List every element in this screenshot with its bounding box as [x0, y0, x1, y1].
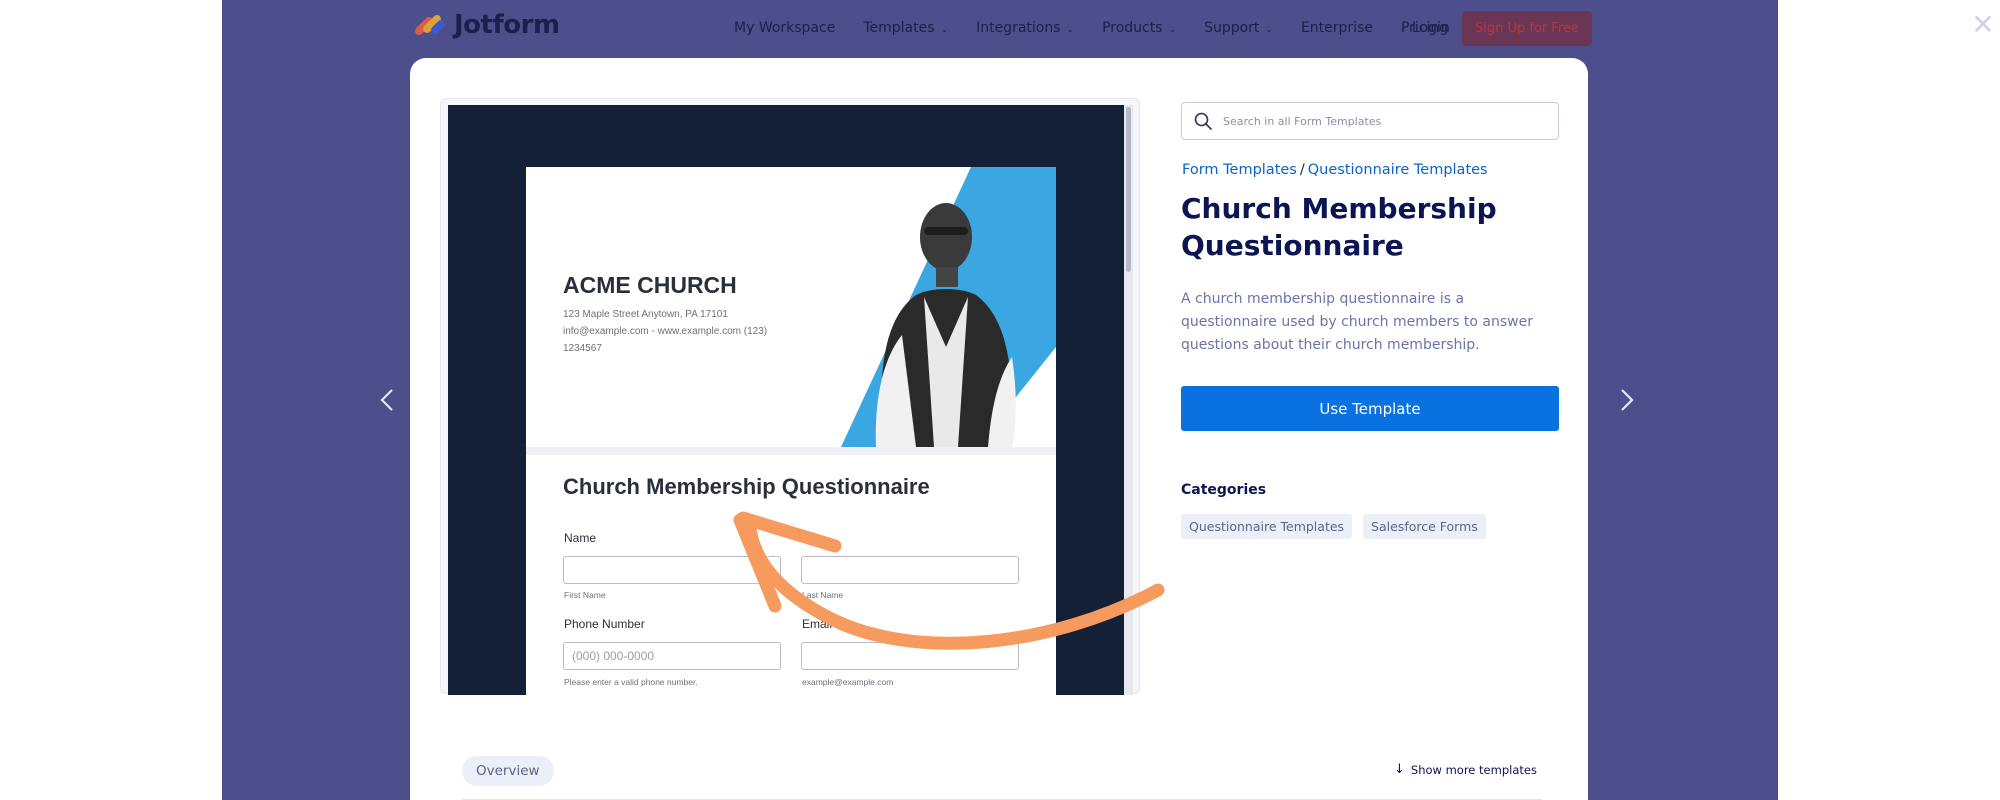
- first-name-sublabel: First Name: [564, 590, 606, 600]
- chevron-down-icon: ⌄: [1168, 25, 1177, 35]
- last-name-sublabel: Last Name: [802, 590, 844, 600]
- chevron-down-icon: ⌄: [940, 25, 949, 35]
- categories-heading: Categories: [1181, 482, 1267, 498]
- header-photo: [841, 167, 1056, 447]
- nav-link-support[interactable]: Support ⌄: [1204, 20, 1273, 36]
- nav-link-my-workspace[interactable]: My Workspace: [734, 20, 835, 36]
- header-divider: [526, 447, 1056, 455]
- show-more-templates-label: Show more templates: [1410, 762, 1537, 777]
- church-name: ACME CHURCH: [563, 272, 737, 298]
- template-preview[interactable]: ACME CHURCH 123 Maple Street Anytown, PA…: [440, 98, 1140, 695]
- template-modal: ACME CHURCH 123 Maple Street Anytown, PA…: [410, 58, 1588, 800]
- chevron-right-icon: [1621, 389, 1634, 411]
- nav-link-products[interactable]: Products ⌄: [1102, 20, 1176, 36]
- form-title: Church Membership Questionnaire: [563, 474, 930, 499]
- top-navigation: Jotform My Workspace Templates ⌄ Integrat…: [222, 0, 1995, 58]
- search-input[interactable]: [1223, 114, 1543, 128]
- template-description: A church membership questionnaire is a q…: [1181, 291, 1533, 353]
- phone-sublabel: Please enter a valid phone number.: [564, 677, 698, 687]
- email-field[interactable]: [801, 642, 1019, 670]
- form-header: ACME CHURCH 123 Maple Street Anytown, PA…: [526, 167, 1056, 447]
- scrollbar-thumb[interactable]: [1126, 107, 1131, 272]
- close-icon[interactable]: ✕: [1970, 11, 1996, 39]
- arrow-down-icon: ↓: [1394, 762, 1405, 777]
- church-address: 123 Maple Street Anytown, PA 17101 info@…: [563, 309, 768, 354]
- breadcrumb-form-templates[interactable]: Form Templates: [1182, 162, 1297, 178]
- breadcrumb-questionnaire-templates[interactable]: Questionnaire Templates: [1308, 162, 1488, 178]
- nav-link-templates[interactable]: Templates ⌄: [863, 20, 948, 36]
- search-icon: [1194, 112, 1212, 130]
- nav-link-enterprise[interactable]: Enterprise: [1301, 20, 1373, 36]
- last-name-field[interactable]: [801, 556, 1019, 584]
- category-tags: Questionnaire Templates Salesforce Forms: [1181, 514, 1486, 539]
- previous-template-button[interactable]: [376, 384, 400, 416]
- use-template-button[interactable]: Use Template: [1181, 386, 1559, 431]
- nav-links: My Workspace Templates ⌄ Integrations ⌄ Pr…: [734, 20, 1448, 36]
- phone-label: Phone Number: [564, 617, 645, 631]
- template-search[interactable]: [1181, 102, 1559, 140]
- chevron-down-icon: ⌄: [1265, 25, 1273, 35]
- form-preview-card: ACME CHURCH 123 Maple Street Anytown, PA…: [526, 167, 1056, 695]
- page-title: Church Membership Questionnaire: [1181, 192, 1497, 262]
- name-label: Name: [564, 531, 597, 545]
- first-name-field[interactable]: [563, 556, 781, 584]
- preview-viewport[interactable]: ACME CHURCH 123 Maple Street Anytown, PA…: [448, 105, 1133, 695]
- tab-overview[interactable]: Overview: [462, 756, 554, 786]
- login-link[interactable]: Login: [1412, 20, 1450, 36]
- category-tag-salesforce-forms[interactable]: Salesforce Forms: [1363, 514, 1486, 539]
- next-template-button[interactable]: [1614, 384, 1638, 416]
- phone-field[interactable]: (000) 000-0000: [563, 642, 781, 670]
- breadcrumb: Form Templates / Questionnaire Templates: [1182, 162, 1488, 178]
- category-tag-questionnaire-templates[interactable]: Questionnaire Templates: [1181, 514, 1353, 539]
- preview-scrollbar[interactable]: [1124, 105, 1133, 695]
- email-label: Email: [802, 617, 833, 631]
- signup-button[interactable]: Sign Up for Free: [1462, 11, 1592, 46]
- chevron-down-icon: ⌄: [1066, 25, 1075, 35]
- jotform-logo[interactable]: Jotform: [413, 10, 560, 40]
- nav-link-integrations[interactable]: Integrations ⌄: [976, 20, 1074, 36]
- breadcrumb-separator: /: [1299, 162, 1305, 178]
- chevron-left-icon: [380, 389, 393, 411]
- email-sublabel: example@example.com: [802, 677, 894, 687]
- show-more-templates-link[interactable]: ↓ Show more templates: [1394, 762, 1537, 777]
- jotform-logo-icon: [413, 11, 447, 39]
- brand-name: Jotform: [454, 10, 560, 40]
